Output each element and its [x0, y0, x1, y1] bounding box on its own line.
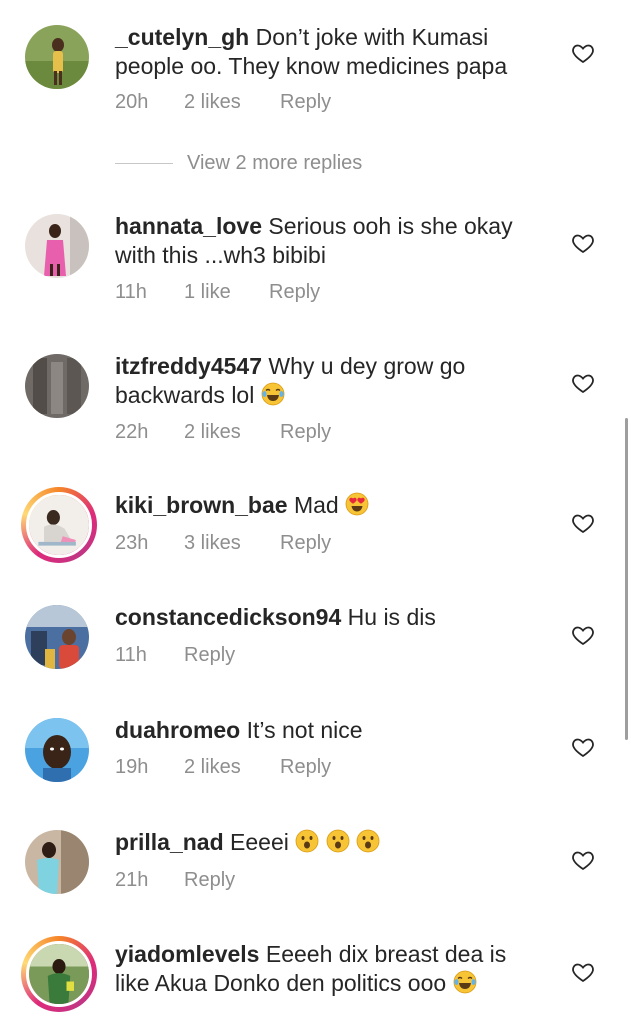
comment-text: itzfreddy4547 Why u dey grow go backward… — [115, 352, 535, 410]
open-mouth-emoji-icon — [295, 829, 319, 853]
view-more-replies-button[interactable]: View 2 more replies — [115, 150, 362, 176]
comment-time: 20h — [115, 91, 149, 113]
divider — [115, 162, 173, 164]
heart-outline-icon[interactable] — [571, 848, 595, 872]
comment-username[interactable]: constancedickson94 — [115, 604, 341, 630]
comment-username[interactable]: duahromeo — [115, 717, 240, 743]
comment-username[interactable]: kiki_brown_bae — [115, 492, 288, 518]
reply-button[interactable]: Reply — [184, 644, 235, 667]
heart-eyes-emoji-icon — [345, 492, 369, 516]
heart-outline-icon[interactable] — [571, 41, 595, 65]
open-mouth-emoji-icon — [356, 829, 380, 853]
comment-text: yiadomlevels Eeeeh dix breast dea is lik… — [115, 940, 535, 998]
comment-time: 21h — [115, 869, 149, 891]
reply-button[interactable]: Reply — [269, 281, 320, 304]
reply-button[interactable]: Reply — [184, 869, 235, 892]
avatar[interactable] — [25, 830, 89, 894]
comment-text: _cutelyn_gh Don’t joke with Kumasi peopl… — [115, 23, 535, 81]
comment-text: kiki_brown_bae Mad — [115, 491, 535, 520]
comment-time: 11h — [115, 281, 147, 303]
avatar[interactable] — [25, 25, 89, 89]
heart-outline-icon[interactable] — [571, 623, 595, 647]
joy-emoji-icon — [453, 970, 476, 994]
avatar — [26, 492, 92, 558]
comment-meta: 21h Reply — [115, 869, 235, 892]
comment-time: 11h — [115, 644, 147, 666]
reply-button[interactable]: Reply — [280, 756, 331, 779]
reply-button[interactable]: Reply — [280, 91, 331, 114]
heart-outline-icon[interactable] — [571, 735, 595, 759]
comment-text: prilla_nad Eeeei — [115, 828, 535, 857]
view-more-replies-label: View 2 more replies — [187, 151, 363, 174]
comment-body: Eeeei — [230, 829, 289, 855]
avatar[interactable] — [25, 354, 89, 418]
heart-outline-icon[interactable] — [571, 511, 595, 535]
scrollbar[interactable] — [625, 418, 628, 740]
comment-meta: 11h 1 like Reply — [115, 281, 320, 304]
comment-meta: 22h 2 likes Reply — [115, 421, 331, 444]
comment-time: 19h — [115, 756, 149, 778]
comment-meta: 20h 2 likes Reply — [115, 91, 331, 114]
avatar[interactable] — [25, 718, 89, 782]
comment-username[interactable]: itzfreddy4547 — [115, 353, 262, 379]
comment-likes[interactable]: 1 like — [184, 281, 269, 304]
open-mouth-emoji-icon — [326, 829, 350, 853]
reply-button[interactable]: Reply — [280, 532, 331, 555]
comment-username[interactable]: prilla_nad — [115, 829, 224, 855]
comment-time: 22h — [115, 421, 149, 443]
comment-likes[interactable]: 2 likes — [184, 421, 280, 444]
avatar — [26, 941, 92, 1007]
heart-outline-icon[interactable] — [571, 371, 595, 395]
comment-body: It’s not nice — [246, 717, 363, 743]
comment-meta: 11h Reply — [115, 644, 235, 667]
reply-button[interactable]: Reply — [280, 421, 331, 444]
comment-username[interactable]: hannata_love — [115, 213, 262, 239]
comment-text: duahromeo It’s not nice — [115, 716, 535, 745]
comment-time: 23h — [115, 532, 149, 554]
avatar[interactable] — [25, 214, 89, 278]
avatar[interactable] — [25, 605, 89, 669]
comment-likes[interactable]: 2 likes — [184, 756, 280, 779]
heart-outline-icon[interactable] — [571, 960, 595, 984]
comment-body: Hu is dis — [347, 604, 436, 630]
comment-text: hannata_love Serious ooh is she okay wit… — [115, 212, 535, 270]
comment-text: constancedickson94 Hu is dis — [115, 603, 535, 632]
comment-username[interactable]: yiadomlevels — [115, 941, 259, 967]
comment-body: Mad — [293, 492, 339, 518]
comment-meta: 19h 2 likes Reply — [115, 756, 331, 779]
avatar-story-ring[interactable] — [21, 487, 97, 563]
comment-username[interactable]: _cutelyn_gh — [115, 24, 249, 50]
joy-emoji-icon — [261, 382, 285, 406]
comment-likes[interactable]: 2 likes — [184, 91, 280, 114]
heart-outline-icon[interactable] — [571, 231, 595, 255]
comment-likes[interactable]: 3 likes — [184, 532, 280, 555]
comment-meta: 23h 3 likes Reply — [115, 532, 331, 555]
avatar-story-ring[interactable] — [21, 936, 97, 1012]
